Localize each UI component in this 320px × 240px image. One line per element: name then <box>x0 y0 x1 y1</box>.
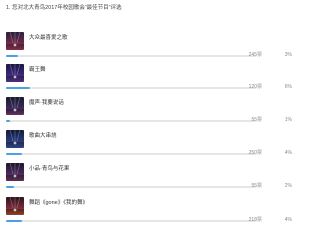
vote-progress-bar <box>6 87 256 89</box>
vote-count: 218票 <box>248 217 262 223</box>
vote-percent: 2% <box>284 183 292 189</box>
vote-percent: 3% <box>284 52 292 58</box>
option-thumbnail <box>6 32 24 50</box>
vote-progress-fill <box>6 186 14 188</box>
vote-progress-bar <box>6 186 256 188</box>
poll-option[interactable]: 小品·青鸟与花果 55票 2% <box>0 159 300 195</box>
vote-progress-fill <box>6 120 10 122</box>
vote-progress-bar <box>6 153 256 155</box>
option-label: 小品·青鸟与花果 <box>29 166 70 172</box>
option-thumbnail <box>6 64 24 82</box>
option-label: 大众最喜爱之歌 <box>29 35 68 41</box>
vote-count: 250票 <box>248 150 262 156</box>
vote-progress-fill <box>6 220 22 222</box>
vote-progress-fill <box>6 153 22 155</box>
option-label: 魔声·我要说话 <box>29 100 64 106</box>
vote-percent: 4% <box>284 150 292 156</box>
vote-count: 245票 <box>248 52 262 58</box>
option-thumbnail <box>6 197 24 215</box>
poll-option[interactable]: 魔声·我要说话 55票 1% <box>0 93 300 129</box>
option-label: 歌曲大串烧 <box>29 133 57 139</box>
poll-option[interactable]: 舞蹈《gone》《我的舞》 218票 4% <box>0 193 300 229</box>
poll-option[interactable]: 霸王舞 120票 6% <box>0 60 300 96</box>
option-thumbnail <box>6 97 24 115</box>
option-thumbnail <box>6 163 24 181</box>
vote-count: 55票 <box>251 117 262 123</box>
vote-count: 55票 <box>251 183 262 189</box>
vote-progress-fill <box>6 55 18 57</box>
vote-progress-bar <box>6 220 256 222</box>
vote-percent: 1% <box>284 117 292 123</box>
vote-count: 120票 <box>248 84 262 90</box>
poll-question-title: 1. 您对北大青鸟2017年校园歌会“最佳节目”评选 <box>6 5 122 11</box>
poll-option[interactable]: 大众最喜爱之歌 245票 3% <box>0 28 300 64</box>
vote-progress-bar <box>6 55 256 57</box>
poll-option[interactable]: 歌曲大串烧 250票 4% <box>0 126 300 162</box>
poll-question-card: 1. 您对北大青鸟2017年校园歌会“最佳节目”评选 大众最喜爱之歌 245票 3%… <box>0 0 300 240</box>
vote-progress-fill <box>6 87 30 89</box>
vote-percent: 6% <box>284 84 292 90</box>
vote-percent: 4% <box>284 217 292 223</box>
vote-progress-bar <box>6 120 256 122</box>
option-thumbnail <box>6 130 24 148</box>
option-label: 舞蹈《gone》《我的舞》 <box>29 200 88 206</box>
option-label: 霸王舞 <box>29 67 46 73</box>
